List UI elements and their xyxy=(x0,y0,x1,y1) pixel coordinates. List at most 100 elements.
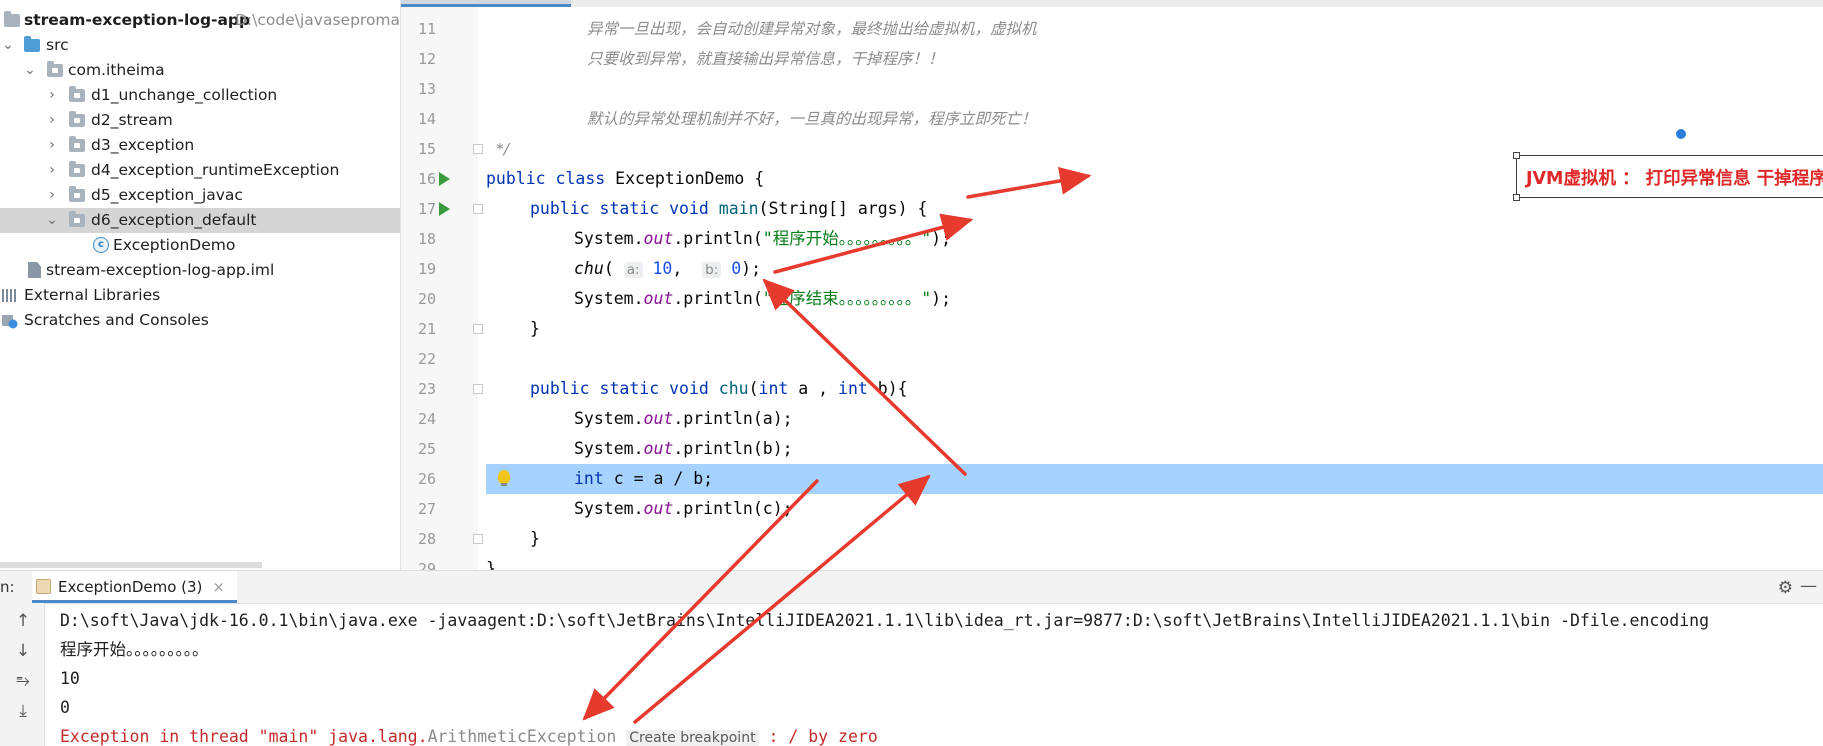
tree-item-label: ExceptionDemo xyxy=(113,236,236,254)
package-icon xyxy=(69,86,85,102)
tree-item-label: d2_stream xyxy=(91,111,173,129)
tree-item-external-libraries[interactable]: External Libraries xyxy=(0,283,400,308)
tree-item-d5[interactable]: › d5_exception_javac xyxy=(0,183,400,208)
chevron-right-icon[interactable]: › xyxy=(46,108,58,133)
code-text: } xyxy=(530,319,540,338)
arrow-down-icon[interactable]: ↓ xyxy=(13,641,33,661)
chevron-right-icon[interactable]: › xyxy=(46,183,58,208)
code-line: 25 System.out.println(b); xyxy=(401,434,1823,464)
tree-item-scratches[interactable]: Scratches and Consoles xyxy=(0,308,400,333)
line-number: 22 xyxy=(417,350,437,368)
tree-item-d2[interactable]: › d2_stream xyxy=(0,108,400,133)
library-icon xyxy=(2,289,18,302)
project-tool-window: stream-exception-log-app D:\code\javasep… xyxy=(0,0,401,570)
run-main-icon[interactable] xyxy=(439,202,450,216)
code-text: System.out.println("程序结束。。。。。。。。。"); xyxy=(574,289,952,308)
line-number: 23 xyxy=(417,380,437,398)
class-icon: c xyxy=(93,237,109,253)
line-number: 18 xyxy=(417,230,437,248)
arrow-up-icon[interactable]: ↑ xyxy=(13,611,33,631)
line-number: 28 xyxy=(417,530,437,548)
tree-item-project-root[interactable]: stream-exception-log-app D:\code\javasep… xyxy=(0,8,400,33)
console-line: 程序开始。。。。。。。。。 xyxy=(60,640,209,659)
code-line: 12 只要收到异常，就直接输出异常信息，干掉程序！！ xyxy=(401,44,1823,74)
run-config-icon xyxy=(36,579,51,594)
tree-item-label: src xyxy=(46,36,69,54)
package-icon xyxy=(47,61,63,77)
chevron-right-icon[interactable]: › xyxy=(46,158,58,183)
line-number: 11 xyxy=(417,20,437,38)
code-line: 22 xyxy=(401,344,1823,374)
tree-item-d4[interactable]: › d4_exception_runtimeException xyxy=(0,158,400,183)
gear-icon[interactable]: ⚙ xyxy=(1778,578,1793,598)
lightbulb-icon[interactable] xyxy=(498,470,510,486)
tree-item-label: d5_exception_javac xyxy=(91,186,243,204)
code-text: public static void chu(int a , int b){ xyxy=(530,379,908,398)
tree-item-src[interactable]: ⌄ src xyxy=(0,33,400,58)
annotation-text[interactable]: JVM虚拟机 ： 打印异常信息 干掉程序 xyxy=(1526,165,1823,190)
tree-item-exceptiondemo[interactable]: c ExceptionDemo xyxy=(0,233,400,258)
line-number: 12 xyxy=(417,50,437,68)
code-text: } xyxy=(530,529,540,548)
chevron-down-icon[interactable]: ⌄ xyxy=(24,58,36,83)
close-icon[interactable]: × xyxy=(212,578,225,596)
code-line: 29 } xyxy=(401,554,1823,570)
line-number: 19 xyxy=(417,260,437,278)
fold-marker-icon[interactable] xyxy=(473,324,483,334)
code-line: 27 System.out.println(c); xyxy=(401,494,1823,524)
console-line-error: Exception in thread "main" java.lang.Ari… xyxy=(60,727,878,746)
run-class-icon[interactable] xyxy=(439,172,450,186)
chevron-right-icon[interactable]: › xyxy=(46,83,58,108)
annotation-textbox[interactable]: JVM虚拟机 ： 打印异常信息 干掉程序 xyxy=(1513,152,1823,201)
console-line: D:\soft\Java\jdk-16.0.1\bin\java.exe -ja… xyxy=(60,611,1710,630)
line-number: 26 xyxy=(417,470,437,488)
horizontal-scrollbar[interactable] xyxy=(0,562,262,568)
line-number: 15 xyxy=(417,140,437,158)
code-line: 21 } xyxy=(401,314,1823,344)
exception-class-link[interactable]: ArithmeticException xyxy=(428,727,617,746)
chevron-down-icon[interactable]: ⌄ xyxy=(46,208,58,233)
comment-text: 异常一旦出现，会自动创建异常对象，最终抛出给虚拟机，虚拟机 xyxy=(587,20,1037,38)
soft-wrap-icon[interactable]: ⥱ xyxy=(13,671,33,691)
resize-handle[interactable] xyxy=(1513,194,1520,201)
fold-marker-icon[interactable] xyxy=(473,144,483,154)
resize-handle[interactable] xyxy=(1513,152,1520,159)
code-line: 23 public static void chu(int a , int b)… xyxy=(401,374,1823,404)
run-tool-window: n: ExceptionDemo (3) × ⚙ — ↑ ↓ ⥱ ⤓ D:\sof… xyxy=(0,570,1823,746)
code-line: 28 } xyxy=(401,524,1823,554)
tree-item-d3[interactable]: › d3_exception xyxy=(0,133,400,158)
fold-marker-icon[interactable] xyxy=(473,534,483,544)
package-icon xyxy=(69,186,85,202)
code-editor[interactable]: 11 异常一旦出现，会自动创建异常对象，最终抛出给虚拟机，虚拟机 12 只要收到… xyxy=(401,0,1823,570)
fold-marker-icon[interactable] xyxy=(473,204,483,214)
run-tab-label: ExceptionDemo (3) xyxy=(58,578,203,596)
code-text: public static void main(String[] args) { xyxy=(530,199,928,218)
scroll-to-end-icon[interactable]: ⤓ xyxy=(13,701,33,721)
code-text: } xyxy=(486,559,496,570)
minimize-icon[interactable]: — xyxy=(1800,576,1817,596)
tree-item-label: d1_unchange_collection xyxy=(91,86,278,104)
module-folder-icon xyxy=(4,11,20,27)
tree-item-d1[interactable]: › d1_unchange_collection xyxy=(0,83,400,108)
code-text: System.out.println("程序开始。。。。。。。。。"); xyxy=(574,229,952,248)
chevron-down-icon[interactable]: ⌄ xyxy=(2,33,14,58)
create-breakpoint-link[interactable]: Create breakpoint xyxy=(626,730,759,746)
tree-item-iml[interactable]: stream-exception-log-app.iml xyxy=(0,258,400,283)
line-number: 25 xyxy=(417,440,437,458)
rotate-handle[interactable] xyxy=(1676,129,1686,139)
package-icon xyxy=(69,211,85,227)
chevron-right-icon[interactable]: › xyxy=(46,133,58,158)
tree-item-d6[interactable]: ⌄ d6_exception_default xyxy=(0,208,400,233)
tree-item-label: d4_exception_runtimeException xyxy=(91,161,340,179)
package-icon xyxy=(69,161,85,177)
code-line: 20 System.out.println("程序结束。。。。。。。。。"); xyxy=(401,284,1823,314)
code-line: 24 System.out.println(a); xyxy=(401,404,1823,434)
tree-item-com-itheima[interactable]: ⌄ com.itheima xyxy=(0,58,400,83)
run-panel-label: n: xyxy=(0,578,15,596)
param-hint: a: xyxy=(623,262,643,278)
code-text: System.out.println(c); xyxy=(574,499,793,518)
code-line-highlighted: 26 int c = a / b; xyxy=(401,464,1823,494)
tab-active[interactable] xyxy=(401,0,571,7)
tab-run-exceptiondemo[interactable]: ExceptionDemo (3) × xyxy=(32,571,237,603)
fold-marker-icon[interactable] xyxy=(473,384,483,394)
